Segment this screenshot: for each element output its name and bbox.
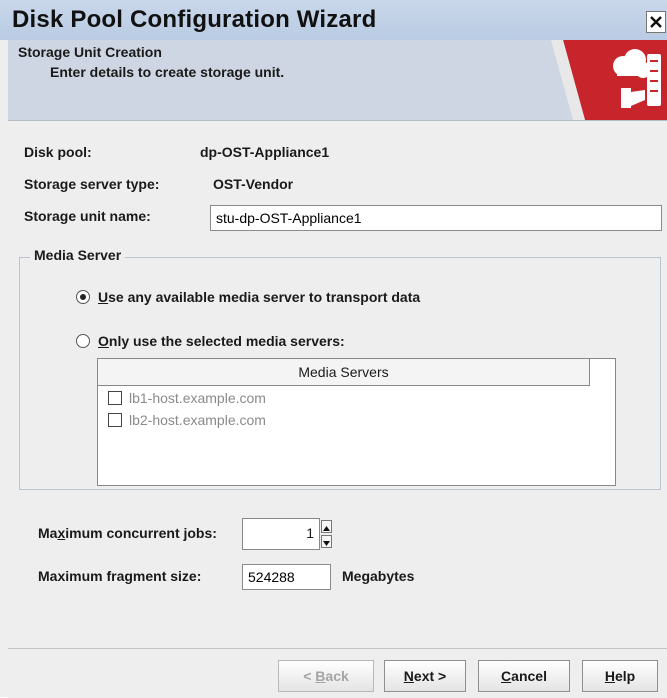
help-label-rest: elp (614, 668, 636, 684)
max-jobs-input[interactable]: 1 (242, 518, 320, 550)
media-servers-column-header[interactable]: Media Servers (98, 359, 590, 386)
mnemonic-b: B (315, 668, 326, 684)
arrow-down-icon (323, 541, 330, 546)
media-server-group-title: Media Server (30, 247, 126, 263)
radio-any-media-server[interactable] (76, 290, 90, 304)
close-button[interactable] (646, 11, 666, 33)
server-name: lb2-host.example.com (129, 412, 266, 428)
server-type-label: Storage server type: (24, 176, 160, 192)
wizard-header: Storage Unit Creation Enter details to c… (8, 40, 667, 121)
max-jobs-spinner[interactable]: 1 (242, 518, 334, 550)
radio-selected-media-servers[interactable] (76, 334, 90, 348)
mnemonic-h: H (604, 668, 615, 684)
radio-any-rest: se any available media server to transpo… (108, 289, 421, 305)
step-title: Storage Unit Creation (18, 44, 162, 60)
storage-unit-logo-icon (551, 40, 667, 120)
spinner-up-button[interactable] (321, 520, 332, 533)
wizard-window: Disk Pool Configuration Wizard Storage U… (0, 0, 667, 698)
close-icon (650, 16, 662, 28)
back-label-a: < (303, 668, 316, 684)
radio-selected-media-servers-label[interactable]: Only use the selected media servers: (98, 333, 345, 349)
disk-pool-label: Disk pool: (24, 144, 92, 160)
radio-selected-rest: nly use the selected media servers: (108, 333, 345, 349)
radio-selected-dot (80, 294, 86, 300)
back-button[interactable]: < Back (278, 660, 374, 692)
radio-any-media-server-label[interactable]: Use any available media server to transp… (98, 289, 420, 305)
disk-pool-value: dp-OST-Appliance1 (200, 144, 330, 160)
title-bar[interactable]: Disk Pool Configuration Wizard (0, 0, 667, 40)
max-jobs-label-a: Ma (38, 525, 58, 541)
next-button[interactable]: Next > (384, 660, 466, 692)
max-jobs-label: Maximum concurrent jobs: (38, 525, 217, 541)
unit-name-label: Storage unit name: (24, 208, 151, 224)
next-label-rest: ext > (413, 668, 447, 684)
max-fragment-input[interactable] (242, 564, 331, 590)
help-button[interactable]: Help (582, 660, 658, 692)
max-jobs-label-b: imum concurrent jobs: (65, 525, 217, 541)
server-checkbox[interactable] (108, 391, 122, 405)
cancel-button[interactable]: Cancel (478, 660, 570, 692)
back-label-c: ack (325, 668, 349, 684)
spinner-buttons (321, 520, 332, 548)
step-subtitle: Enter details to create storage unit. (50, 64, 285, 80)
window-title: Disk Pool Configuration Wizard (12, 6, 377, 33)
server-type-value: OST-Vendor (213, 176, 294, 192)
server-name: lb1-host.example.com (129, 390, 266, 406)
spinner-down-button[interactable] (321, 535, 332, 548)
max-fragment-label: Maximum fragment size: (38, 568, 202, 584)
mnemonic-n: N (403, 668, 414, 684)
unit-name-input[interactable] (210, 205, 662, 231)
arrow-up-icon (323, 526, 330, 531)
cancel-label-rest: ancel (511, 668, 547, 684)
mnemonic-o: O (98, 333, 109, 349)
server-checkbox[interactable] (108, 413, 122, 427)
mnemonic-c: C (501, 668, 512, 684)
fragment-unit-label: Megabytes (342, 568, 415, 584)
media-servers-list[interactable]: Media Servers lb1-host.example.com lb2-h… (97, 358, 616, 486)
mnemonic-u: U (98, 289, 109, 305)
